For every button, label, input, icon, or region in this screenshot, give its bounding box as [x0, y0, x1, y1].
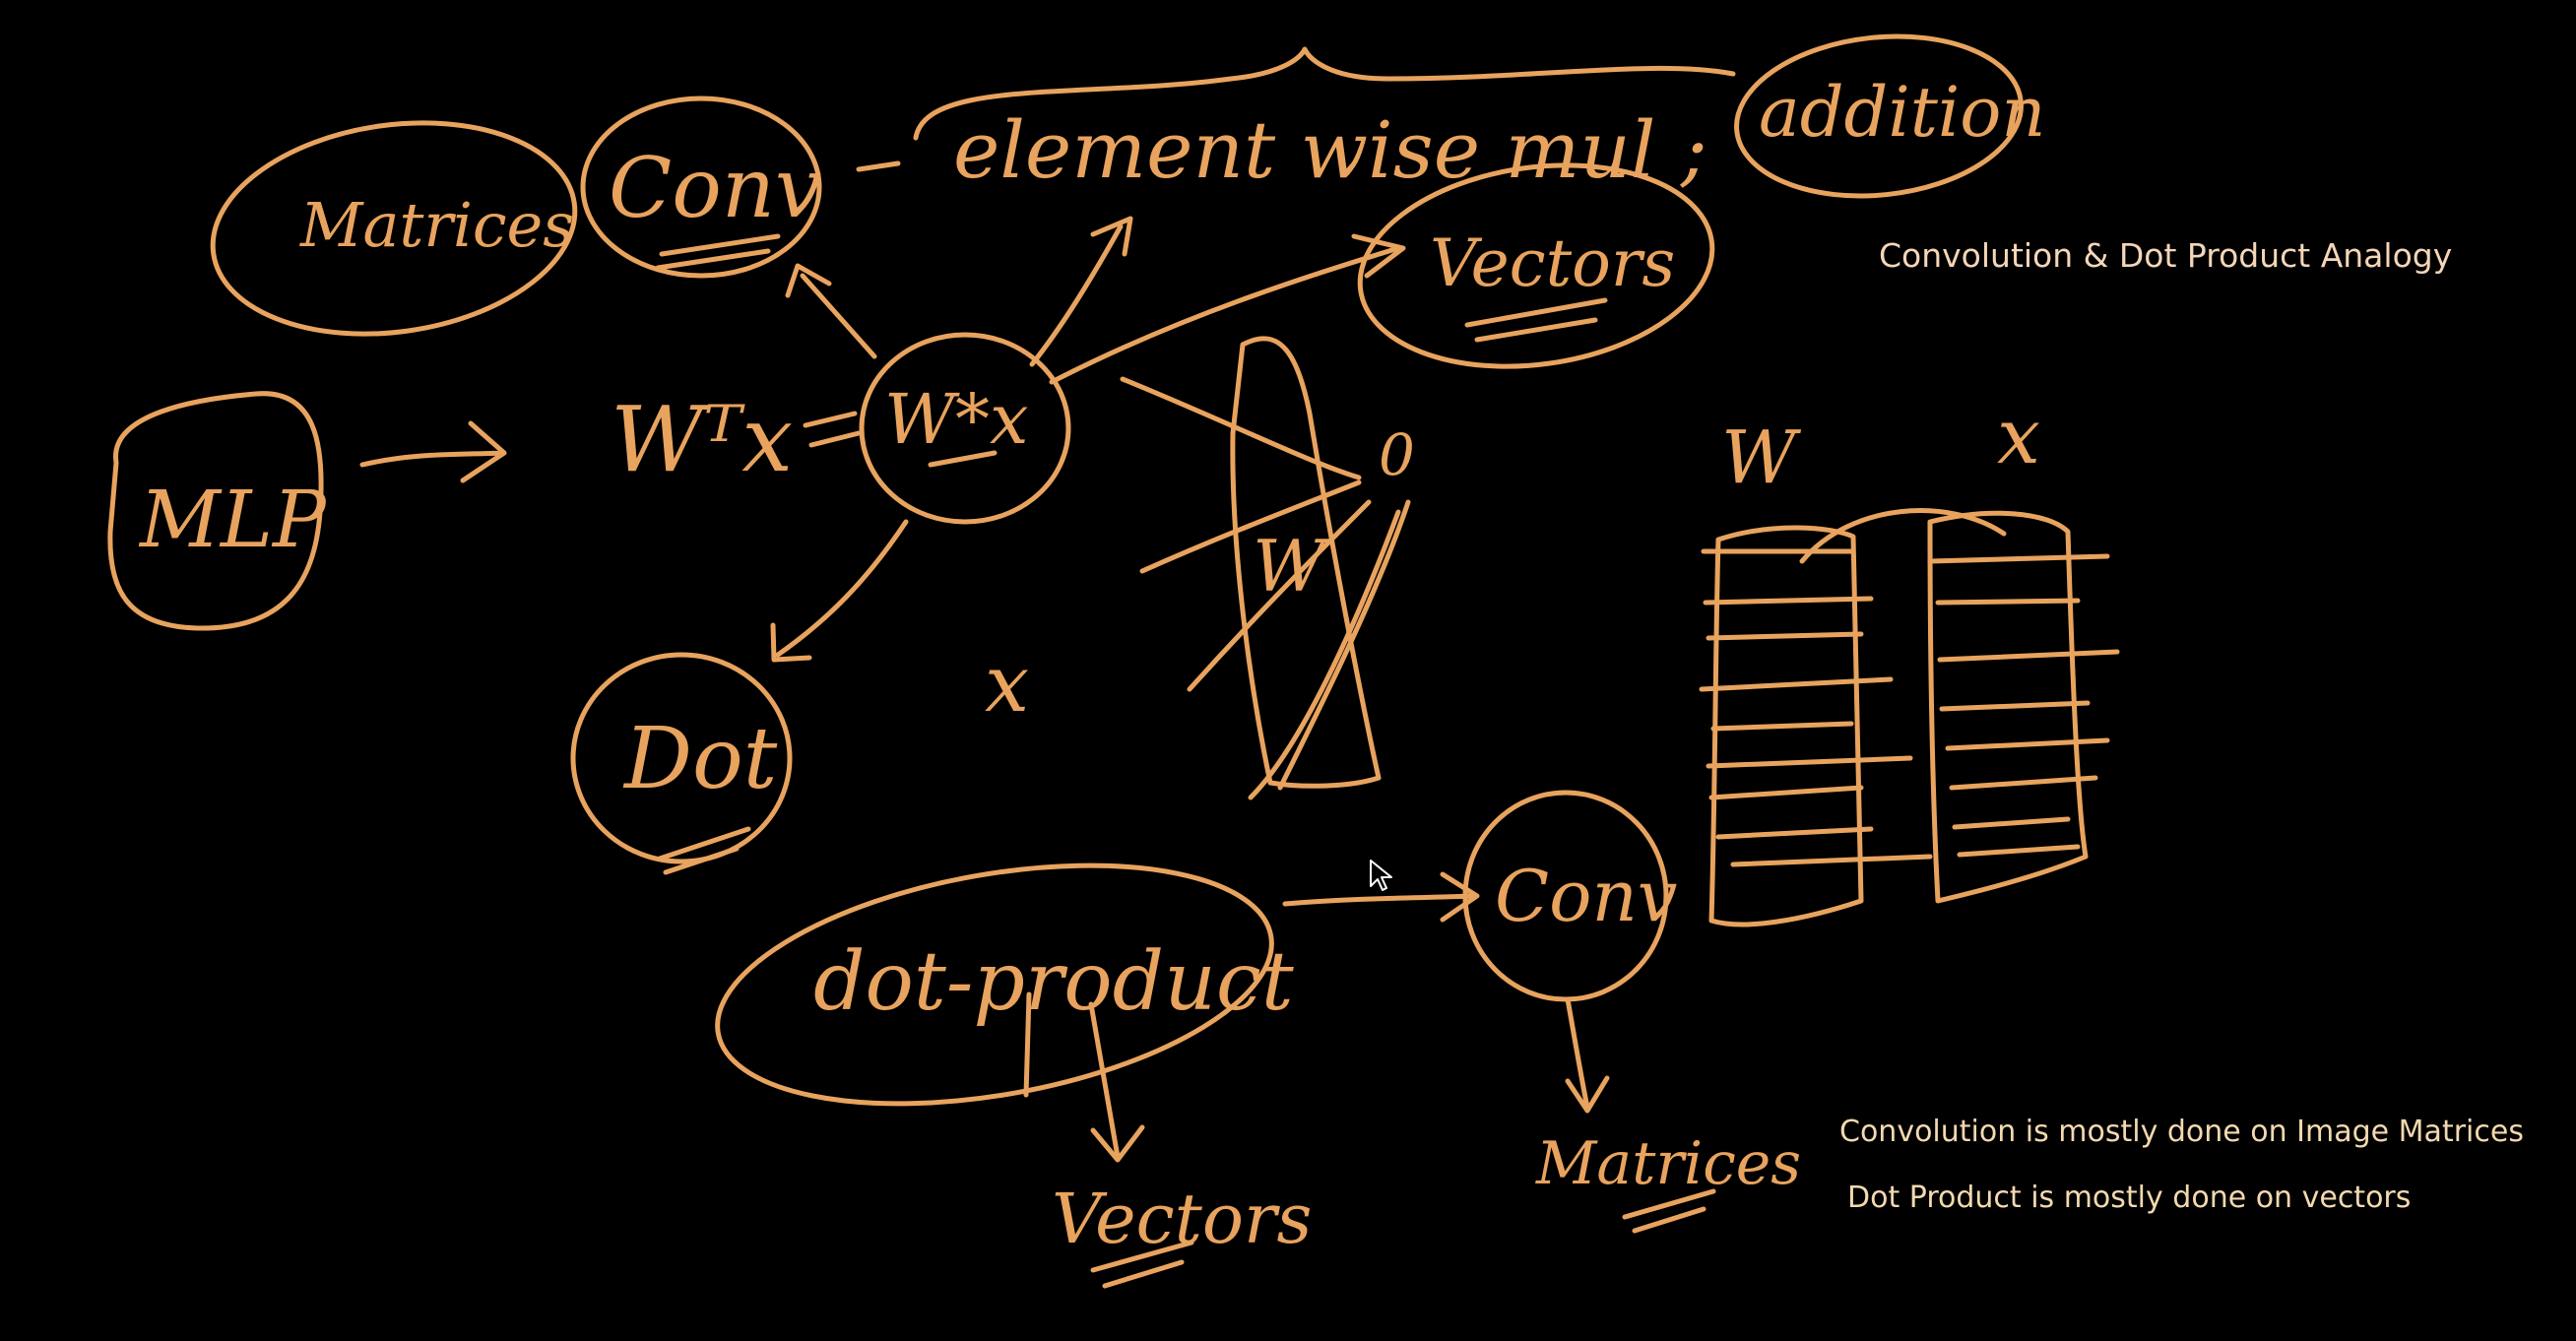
arrow-wx-conv	[785, 263, 877, 359]
arrow-mlp-wtx	[359, 420, 507, 483]
x-mid-label: x	[985, 638, 1029, 730]
equals-sign	[803, 411, 862, 448]
addition-node: addition	[1734, 33, 2045, 199]
zero-label: 0	[1379, 421, 1415, 488]
vectors-top-label: Vectors	[1430, 225, 1675, 301]
conv-top-label: Conv	[609, 140, 821, 236]
dot-product-label: dot-product	[813, 935, 1295, 1029]
conv-bottom-node: Conv	[1462, 790, 1677, 1002]
arrow-conv-matrices	[1565, 996, 1610, 1114]
matrices-bottom-node: Matrices	[1535, 1129, 1801, 1234]
matrices-bottom-label: Matrices	[1535, 1129, 1801, 1198]
mlp-node: MLP	[107, 391, 327, 631]
conv-bottom-label: Conv	[1495, 855, 1677, 937]
mlp-label: MLP	[138, 474, 327, 565]
w-vector-sketch: W 0	[1120, 336, 1415, 800]
matrices-label: Matrices	[299, 189, 574, 261]
dot-node: Dot	[570, 652, 793, 875]
note-dot-product: Dot Product is mostly done on vectors	[1847, 1181, 2412, 1215]
x-matrix-label: x	[1997, 393, 2040, 481]
whiteboard-canvas: Matrices Conv element wise mul ; additio…	[0, 0, 2576, 1341]
note-convolution: Convolution is mostly done on Image Matr…	[1839, 1115, 2524, 1149]
conv-dash	[856, 160, 901, 172]
addition-label: addition	[1759, 72, 2045, 153]
arrow-wx-dot	[770, 519, 909, 663]
matrices-node: Matrices	[210, 120, 578, 337]
mouse-pointer-icon	[1370, 860, 1392, 891]
wtx-label: Wᵀx	[611, 387, 793, 492]
elementwise-label: element wise mul ;	[953, 104, 1707, 196]
conv-top-node: Conv	[580, 96, 822, 279]
wx-label: W*x	[884, 379, 1028, 460]
diagram-title: Convolution & Dot Product Analogy	[1879, 236, 2453, 275]
dot-product-node: dot-product	[715, 862, 1295, 1107]
dot-label: Dot	[622, 710, 778, 808]
wx-node: W*x	[859, 332, 1071, 525]
w-matrix-label: W	[1721, 415, 1802, 500]
arrow-wx-elementwise	[1029, 216, 1133, 367]
w-x-matrix-sketch: W x	[1699, 393, 2120, 927]
w-vector-label: W	[1253, 525, 1330, 607]
vectors-bottom-node: Vectors	[1052, 1179, 1312, 1289]
